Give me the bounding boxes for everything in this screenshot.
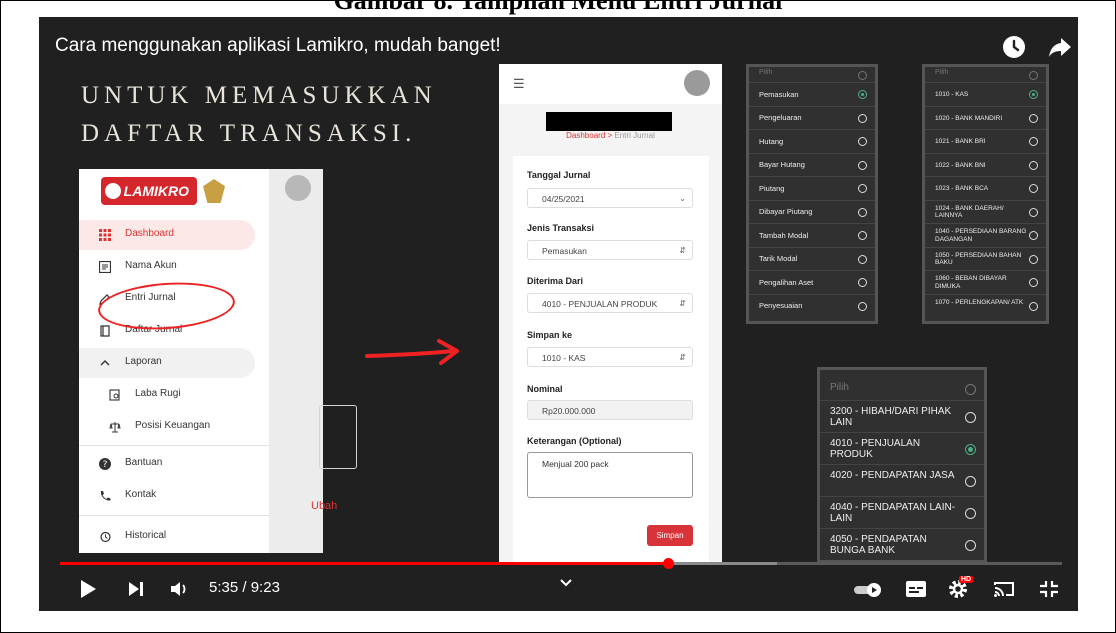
page-border [0,0,1116,633]
